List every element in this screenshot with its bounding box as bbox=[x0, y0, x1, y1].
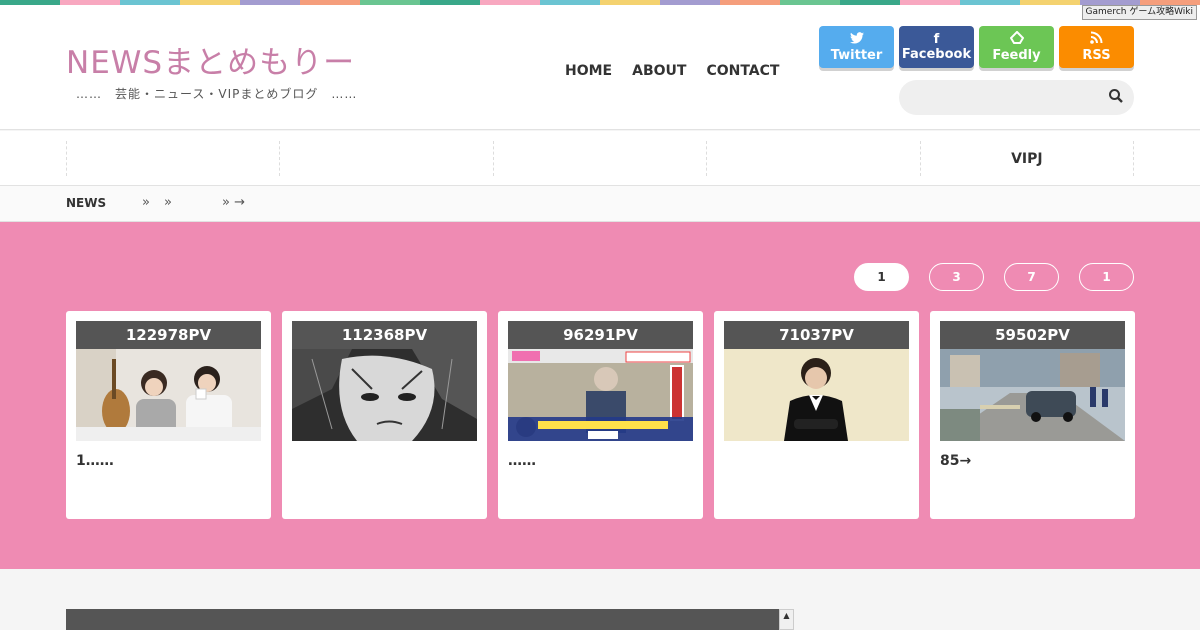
breadcrumb-separator: » → bbox=[222, 195, 245, 210]
main-nav: HOME ABOUT CONTACT bbox=[565, 63, 779, 79]
category-item[interactable] bbox=[492, 141, 706, 176]
ranking-card[interactable]: 112368PV bbox=[282, 311, 487, 519]
twitter-button[interactable]: Twitter bbox=[819, 26, 894, 68]
ranking-card[interactable]: 59502PV 85→ bbox=[930, 311, 1135, 519]
gamerch-badge[interactable]: Gamerch ゲーム攻略Wiki bbox=[1081, 5, 1197, 20]
twitter-icon bbox=[849, 31, 864, 48]
twitter-label: Twitter bbox=[830, 47, 883, 63]
ranking-tab[interactable]: 3 bbox=[929, 263, 984, 291]
ranking-tab[interactable]: 7 bbox=[1004, 263, 1059, 291]
rss-label: RSS bbox=[1082, 48, 1111, 63]
rss-icon bbox=[1090, 31, 1103, 48]
manga-face-thumbnail[interactable] bbox=[292, 349, 477, 441]
card-title[interactable]: 85→ bbox=[940, 453, 1125, 469]
feedly-label: Feedly bbox=[992, 48, 1041, 63]
nav-contact[interactable]: CONTACT bbox=[706, 63, 779, 79]
category-item[interactable] bbox=[706, 141, 919, 176]
rss-button[interactable]: RSS bbox=[1059, 26, 1134, 68]
pageview-count: 96291PV bbox=[508, 321, 693, 349]
feedly-button[interactable]: Feedly bbox=[979, 26, 1054, 68]
pageview-count: 59502PV bbox=[940, 321, 1125, 349]
ranking-tab[interactable]: 1 bbox=[1079, 263, 1134, 291]
breadcrumb-separator: » bbox=[164, 195, 172, 210]
facebook-button[interactable]: f Facebook bbox=[899, 26, 974, 68]
facebook-icon: f bbox=[933, 31, 940, 47]
accident-scene-thumbnail[interactable] bbox=[940, 349, 1125, 441]
ranking-card[interactable]: 71037PV bbox=[714, 311, 919, 519]
couple-photo-thumbnail[interactable] bbox=[76, 349, 261, 441]
site-header: NEWSまとめもりー …… 芸能・ニュース・VIPまとめブログ …… HOME … bbox=[0, 5, 1200, 130]
ranking-card[interactable]: 122978PV 1…… bbox=[66, 311, 271, 519]
pageview-count: 112368PV bbox=[292, 321, 477, 349]
search-icon[interactable] bbox=[1108, 88, 1124, 104]
content-header-bar bbox=[66, 609, 779, 630]
site-tagline: …… 芸能・ニュース・VIPまとめブログ …… bbox=[76, 87, 358, 101]
nav-home[interactable]: HOME bbox=[565, 63, 612, 79]
man-in-tuxedo-thumbnail[interactable] bbox=[724, 349, 909, 441]
ranking-section: 1 3 7 1 122978PV 1…… 112368PV 96291PV ……… bbox=[0, 222, 1200, 569]
feedly-icon bbox=[1009, 30, 1024, 48]
site-logo[interactable]: NEWSまとめもりー bbox=[66, 37, 355, 82]
category-item[interactable] bbox=[279, 141, 492, 176]
facebook-label: Facebook bbox=[901, 46, 972, 62]
breadcrumb-home[interactable]: NEWS bbox=[66, 196, 106, 210]
breadcrumb-separator: » bbox=[142, 195, 150, 210]
category-bar: VIPJ bbox=[0, 131, 1200, 186]
pageview-count: 122978PV bbox=[76, 321, 261, 349]
ranking-tab[interactable]: 1 bbox=[854, 263, 909, 291]
card-title[interactable]: …… bbox=[508, 453, 693, 469]
social-buttons: Twitter f Facebook Feedly RSS bbox=[819, 26, 1134, 68]
content-area: ▲ bbox=[0, 569, 1200, 630]
breadcrumb: NEWS » » » → bbox=[0, 186, 1200, 222]
ranking-card[interactable]: 96291PV …… bbox=[498, 311, 703, 519]
search-input[interactable] bbox=[899, 80, 1134, 115]
ranking-cards: 122978PV 1…… 112368PV 96291PV …… 71037PV… bbox=[66, 311, 1135, 519]
ranking-tabs: 1 3 7 1 bbox=[854, 263, 1134, 291]
tv-screenshot-thumbnail[interactable] bbox=[508, 349, 693, 441]
card-title[interactable]: 1…… bbox=[76, 453, 261, 469]
category-item-vipj[interactable]: VIPJ bbox=[919, 141, 1135, 176]
scroll-up-arrow[interactable]: ▲ bbox=[779, 609, 794, 630]
nav-about[interactable]: ABOUT bbox=[632, 63, 686, 79]
category-item[interactable] bbox=[66, 141, 279, 176]
pageview-count: 71037PV bbox=[724, 321, 909, 349]
